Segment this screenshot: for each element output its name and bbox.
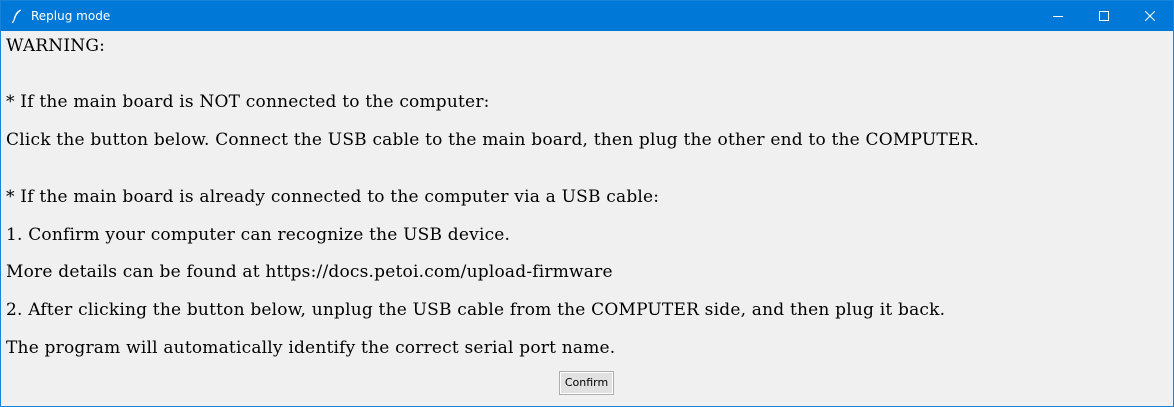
minimize-icon bbox=[1053, 16, 1063, 17]
replug-dialog: Replug mode WARNING: * If the main board… bbox=[0, 0, 1174, 407]
feather-icon bbox=[9, 8, 25, 24]
title-bar[interactable]: Replug mode bbox=[1, 1, 1173, 31]
maximize-icon bbox=[1099, 11, 1109, 21]
maximize-button[interactable] bbox=[1081, 1, 1127, 31]
warning-heading: WARNING: bbox=[6, 36, 106, 56]
message-area: WARNING: * If the main board is NOT conn… bbox=[1, 32, 1173, 406]
details-link-text: More details can be found at https://doc… bbox=[6, 262, 613, 282]
window-title: Replug mode bbox=[31, 9, 111, 23]
confirm-button[interactable]: Confirm bbox=[559, 371, 614, 395]
minimize-button[interactable] bbox=[1035, 1, 1081, 31]
not-connected-instruction: Click the button below. Connect the USB … bbox=[6, 130, 980, 150]
connected-header: * If the main board is already connected… bbox=[6, 187, 660, 207]
step-1-text: 1. Confirm your computer can recognize t… bbox=[6, 225, 511, 245]
step-2-text: 2. After clicking the button below, unpl… bbox=[6, 300, 946, 320]
not-connected-header: * If the main board is NOT connected to … bbox=[6, 92, 490, 112]
close-icon bbox=[1145, 11, 1155, 21]
auto-identify-text: The program will automatically identify … bbox=[6, 338, 616, 358]
close-button[interactable] bbox=[1127, 1, 1173, 31]
